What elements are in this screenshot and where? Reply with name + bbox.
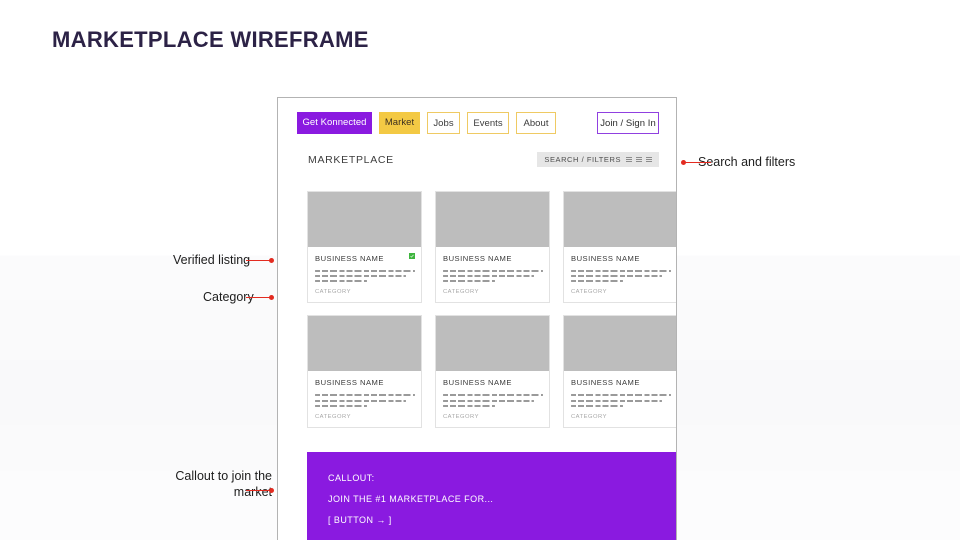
nav-tab-events[interactable]: Events xyxy=(467,112,509,134)
annotation-verified-listing: Verified listing xyxy=(173,253,251,267)
verified-check-icon xyxy=(409,253,415,259)
nav-tab-about[interactable]: About xyxy=(516,112,556,134)
mock-viewport: Get Konnected Market Jobs Events About J… xyxy=(288,98,676,540)
listing-row: BUSINESS NAME CATEGORY BUSINESS NAME CAT… xyxy=(307,315,676,428)
annotation-leader-dot xyxy=(269,295,274,300)
listing-thumbnail xyxy=(564,316,676,372)
listing-title: BUSINESS NAME xyxy=(443,254,512,263)
listing-description-placeholder xyxy=(443,270,543,283)
nav-tab-jobs[interactable]: Jobs xyxy=(427,112,460,134)
listing-body: BUSINESS NAME CATEGORY xyxy=(436,371,549,426)
listing-description-placeholder xyxy=(315,270,415,283)
callout-headline: JOIN THE #1 MARKETPLACE FOR... xyxy=(328,494,494,504)
listing-card[interactable]: BUSINESS NAME CATEGORY xyxy=(307,191,422,304)
listing-title: BUSINESS NAME xyxy=(443,378,512,388)
listing-category: CATEGORY xyxy=(315,413,351,420)
join-sign-in-button[interactable]: Join / Sign In xyxy=(597,112,659,134)
callout-button-placeholder[interactable]: [ BUTTON → ] xyxy=(328,515,676,525)
search-filters-label: SEARCH / FILTERS xyxy=(544,155,621,164)
page-header-row: MARKETPLACE SEARCH / FILTERS xyxy=(297,152,659,170)
annotation-leader-dot xyxy=(269,258,274,263)
listing-body: BUSINESS NAME CATEGORY xyxy=(564,371,676,426)
listing-card[interactable]: BUSINESS NAME CATEGORY xyxy=(307,315,422,428)
annotation-leader-line xyxy=(685,162,711,163)
listing-category: CATEGORY xyxy=(315,289,351,296)
listing-category: CATEGORY xyxy=(571,413,607,420)
marketplace-heading: MARKETPLACE xyxy=(308,154,394,166)
filter-bars-icon xyxy=(626,157,652,162)
annotation-leader-dot xyxy=(681,160,686,165)
nav-tab-market[interactable]: Market xyxy=(379,112,420,134)
nav-button-get-konnected[interactable]: Get Konnected xyxy=(297,112,372,134)
listing-card[interactable]: BUSINESS NAME CATEGORY xyxy=(435,191,550,304)
listing-description-placeholder xyxy=(315,394,415,407)
listing-thumbnail xyxy=(564,192,676,247)
listing-category: CATEGORY xyxy=(571,289,607,296)
listing-thumbnail xyxy=(436,192,549,247)
listing-title: BUSINESS NAME xyxy=(571,254,640,263)
listing-title: BUSINESS NAME xyxy=(315,378,384,388)
listing-description-placeholder xyxy=(443,394,543,407)
listing-row: BUSINESS NAME CATEGORY BUSINESS NAME CAT… xyxy=(307,191,676,304)
listing-title: BUSINESS NAME xyxy=(571,378,640,388)
annotation-search-and-filters: Search and filters xyxy=(698,155,796,169)
annotation-callout: Callout to join the market xyxy=(175,469,272,499)
listing-description-placeholder xyxy=(571,394,671,407)
callout-eyebrow: CALLOUT: xyxy=(328,473,375,483)
listing-title: BUSINESS NAME xyxy=(315,254,384,263)
listing-thumbnail xyxy=(308,316,421,372)
callout-banner[interactable]: CALLOUT: JOIN THE #1 MARKETPLACE FOR... … xyxy=(307,452,676,540)
listing-category: CATEGORY xyxy=(443,413,479,420)
listing-body: BUSINESS NAME CATEGORY xyxy=(308,371,421,426)
listing-thumbnail xyxy=(436,316,549,372)
listing-card[interactable]: BUSINESS NAME CATEGORY xyxy=(435,315,550,428)
wireframe-mock-frame: Get Konnected Market Jobs Events About J… xyxy=(277,97,677,540)
listing-card[interactable]: BUSINESS NAME CATEGORY xyxy=(563,191,676,304)
page-title: MARKETPLACE WIREFRAME xyxy=(52,27,369,52)
navbar: Get Konnected Market Jobs Events About J… xyxy=(297,112,659,136)
search-filters-button[interactable]: SEARCH / FILTERS xyxy=(537,152,659,167)
listing-description-placeholder xyxy=(571,270,671,283)
listing-thumbnail xyxy=(308,192,421,247)
listing-grid: BUSINESS NAME CATEGORY BUSINESS NAME CAT… xyxy=(307,191,676,440)
listing-body: BUSINESS NAME CATEGORY xyxy=(308,247,421,302)
listing-category: CATEGORY xyxy=(443,289,479,296)
annotation-leader-dot xyxy=(269,488,274,493)
listing-body: BUSINESS NAME CATEGORY xyxy=(436,247,549,302)
listing-body: BUSINESS NAME CATEGORY xyxy=(564,247,676,302)
listing-card[interactable]: BUSINESS NAME CATEGORY xyxy=(563,315,676,428)
